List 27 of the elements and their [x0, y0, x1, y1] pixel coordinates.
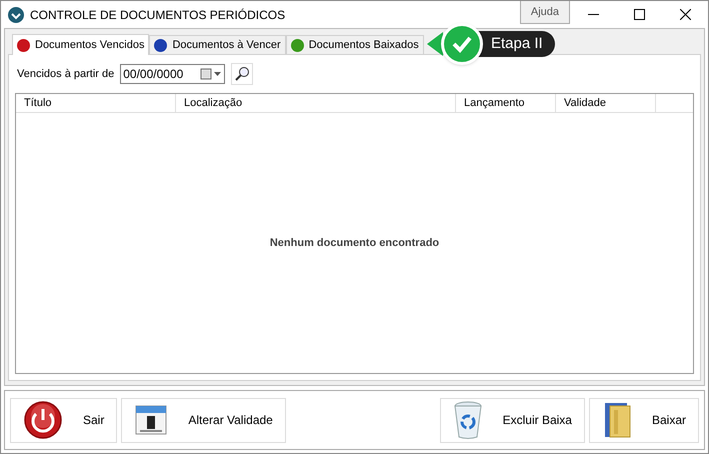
window-title: CONTROLE DE DOCUMENTOS PERIÓDICOS: [30, 6, 286, 24]
toolbar-button[interactable]: Excluir Baixa: [440, 398, 585, 442]
toolbar-button[interactable]: Alterar Validade: [121, 398, 286, 442]
trash-bin-icon: [452, 400, 483, 440]
date-field[interactable]: 00/00/0000: [120, 64, 226, 84]
minimize-icon: [588, 14, 598, 16]
power-icon: [23, 400, 63, 440]
tab[interactable]: Documentos Baixados: [286, 35, 424, 54]
toolbar-button[interactable]: Baixar: [588, 398, 699, 442]
filter-label: Vencidos à partir de: [17, 66, 114, 82]
column-header[interactable]: Validade: [556, 94, 656, 112]
maximize-icon: [634, 9, 644, 20]
column-header[interactable]: Título: [16, 94, 176, 112]
search-icon: [234, 66, 250, 82]
column-header[interactable]: Localização: [176, 94, 456, 112]
app-logo-icon: [8, 6, 24, 22]
search-button[interactable]: [231, 63, 254, 85]
calendar-dropdown-icon: [200, 68, 222, 80]
close-icon: [680, 9, 690, 20]
column-header[interactable]: Lançamento: [456, 94, 556, 112]
help-button[interactable]: Ajuda: [520, 1, 570, 24]
toolbar-button[interactable]: Sair: [10, 398, 118, 442]
tab[interactable]: Documentos Vencidos: [12, 34, 150, 55]
step-label: Etapa II: [477, 31, 555, 57]
calendar-icon: [134, 403, 168, 437]
empty-message: Nenhum documento encontrado: [270, 236, 440, 251]
tab[interactable]: Documentos à Vencer: [149, 35, 286, 54]
